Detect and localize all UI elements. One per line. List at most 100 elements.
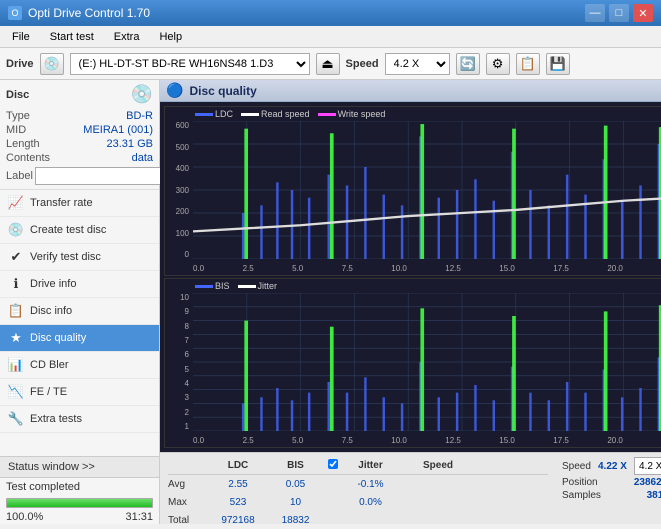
type-value: BD-R [126,110,153,122]
speed-label: Speed [346,58,379,70]
position-row: Position 23862 MB [562,477,661,488]
write-speed-label: Write speed [338,109,386,119]
jitter-color [238,285,256,288]
stats-row-total: Total 972168 18832 [168,511,548,529]
sidebar-item-transfer-rate[interactable]: 📈 Transfer rate [0,190,159,217]
bottom-chart-x-labels: 0.0 2.5 5.0 7.5 10.0 12.5 15.0 17.5 20.0… [193,436,661,445]
samples-value: 381584 [647,490,661,501]
length-label: Length [6,138,40,150]
refresh-button[interactable]: 🔄 [456,53,480,75]
top-chart-y-left: 600 500 400 300 200 100 0 [165,121,191,259]
app-title: Opti Drive Control 1.70 [28,6,150,20]
status-window-label: Status window >> [8,461,95,473]
sidebar-item-drive-info[interactable]: ℹ Drive info [0,271,159,298]
disc-section-title: Disc [6,89,29,101]
ldc-label: LDC [215,109,233,119]
max-label: Max [168,497,208,508]
sidebar-item-label-verify-test-disc: Verify test disc [30,251,101,263]
sidebar-item-label-transfer-rate: Transfer rate [30,197,93,209]
bottom-chart-legend: BIS Jitter [195,281,277,291]
stats-section: LDC BIS Jitter Speed Avg 2.55 0.05 -0.1% [160,452,661,524]
avg-jitter: -0.1% [343,479,398,490]
sidebar-item-disc-quality[interactable]: ★ Disc quality [0,325,159,352]
info-button[interactable]: 📋 [516,53,540,75]
sidebar-item-extra-tests[interactable]: 🔧 Extra tests [0,406,159,433]
menu-bar: File Start test Extra Help [0,26,661,48]
sidebar-item-label-create-test-disc: Create test disc [30,224,106,236]
verify-test-disc-icon: ✔ [8,249,24,265]
col-jitter: Jitter [343,460,398,471]
menu-file[interactable]: File [4,29,38,45]
bottom-chart-svg-wrapper [193,293,661,431]
col-checkbox [323,459,343,472]
contents-label: Contents [6,152,50,164]
mid-label: MID [6,124,26,136]
progress-bar-container [6,498,153,508]
jitter-checkbox[interactable] [328,459,338,469]
close-button[interactable]: ✕ [633,4,653,22]
fe-te-icon: 📉 [8,384,24,400]
menu-start-test[interactable]: Start test [42,29,102,45]
col-ldc: LDC [208,460,268,471]
legend-jitter: Jitter [238,281,278,291]
bottom-chart-svg [193,293,661,431]
elapsed-time: 31:31 [125,511,153,523]
avg-bis: 0.05 [268,479,323,490]
sidebar-item-label-extra-tests: Extra tests [30,413,82,425]
legend-read-speed: Read speed [241,109,310,119]
create-test-disc-icon: 💿 [8,222,24,238]
ldc-color [195,113,213,116]
chart-header-icon: 🔵 [166,82,183,99]
max-jitter: 0.0% [343,497,398,508]
chart-header: 🔵 Disc quality [160,80,661,102]
samples-row: Samples 381584 [562,490,661,501]
cd-bler-icon: 📊 [8,357,24,373]
write-speed-color [318,113,336,116]
drive-icon-button[interactable]: 💿 [40,53,64,75]
sidebar-item-disc-info[interactable]: 📋 Disc info [0,298,159,325]
save-button[interactable]: 💾 [546,53,570,75]
stats-table: LDC BIS Jitter Speed Avg 2.55 0.05 -0.1% [160,453,556,524]
disc-section: Disc 💿 Type BD-R MID MEIRA1 (001) Length… [0,80,159,190]
maximize-button[interactable]: □ [609,4,629,22]
speed-select[interactable]: 4.2 X [385,53,450,75]
top-chart-svg [193,121,661,259]
sidebar-item-label-fe-te: FE / TE [30,386,67,398]
menu-extra[interactable]: Extra [106,29,148,45]
progress-bar-fill [7,499,152,507]
sidebar-item-label-drive-info: Drive info [30,278,76,290]
settings-button[interactable]: ⚙ [486,53,510,75]
position-label: Position [562,477,598,488]
test-completed-label: Test completed [6,481,80,493]
minimize-button[interactable]: — [585,4,605,22]
menu-help[interactable]: Help [151,29,190,45]
sidebar-item-cd-bler[interactable]: 📊 CD Bler [0,352,159,379]
main-layout: Disc 💿 Type BD-R MID MEIRA1 (001) Length… [0,80,661,524]
avg-ldc: 2.55 [208,479,268,490]
sidebar-item-create-test-disc[interactable]: 💿 Create test disc [0,217,159,244]
sidebar-item-fe-te[interactable]: 📉 FE / TE [0,379,159,406]
status-window-button[interactable]: Status window >> [0,457,159,478]
label-key: Label [6,170,33,182]
nav-section: 📈 Transfer rate 💿 Create test disc ✔ Ver… [0,190,159,456]
stats-row-avg: Avg 2.55 0.05 -0.1% [168,475,548,493]
bottom-chart: BIS Jitter 10 9 8 7 6 5 4 3 [164,278,661,448]
drive-toolbar: Drive 💿 (E:) HL-DT-ST BD-RE WH16NS48 1.D… [0,48,661,80]
drive-select[interactable]: (E:) HL-DT-ST BD-RE WH16NS48 1.D3 [70,53,310,75]
eject-button[interactable]: ⏏ [316,53,340,75]
legend-bis: BIS [195,281,230,291]
disc-section-icon: 💿 [131,84,153,105]
read-speed-label: Read speed [261,109,310,119]
sidebar-item-label-disc-info: Disc info [30,305,72,317]
sidebar-item-label-disc-quality: Disc quality [30,332,86,344]
sidebar-item-verify-test-disc[interactable]: ✔ Verify test disc [0,244,159,271]
max-ldc: 523 [208,497,268,508]
progress-percent: 100.0% [6,511,43,523]
samples-label: Samples [562,490,601,501]
sidebar-item-label-cd-bler: CD Bler [30,359,69,371]
speed-stat-label: Speed [562,461,591,472]
speed-stat-select[interactable]: 4.2 X [634,457,661,475]
top-chart-svg-wrapper [193,121,661,259]
length-value: 23.31 GB [107,138,153,150]
label-input[interactable] [35,167,173,185]
